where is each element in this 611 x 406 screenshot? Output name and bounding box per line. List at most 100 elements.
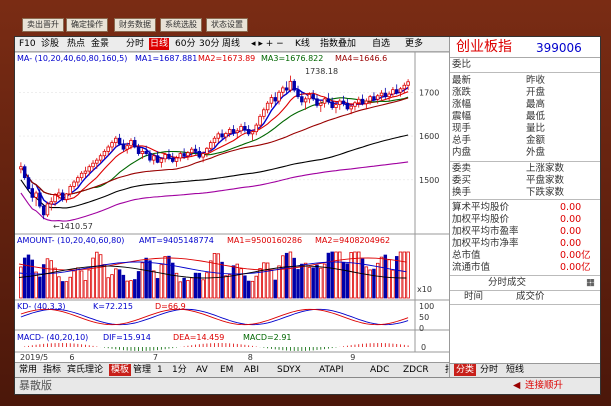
candle-body xyxy=(296,89,300,98)
candle-body xyxy=(182,153,186,157)
kd-tick-label: 100 xyxy=(419,302,434,311)
volume-bar xyxy=(284,252,289,299)
bottom-tab[interactable]: ADC xyxy=(370,364,389,376)
grid-icon[interactable]: ▦ xyxy=(586,277,595,289)
candle-body xyxy=(76,177,80,183)
candle-body xyxy=(334,104,338,108)
top-button-1[interactable]: 卖出晋升 xyxy=(22,18,64,32)
diagnose-button[interactable]: 诊股 xyxy=(41,38,59,50)
arrow-left-icon[interactable]: ◂ ▸ + − xyxy=(251,38,284,50)
quote-label-left: 总手 xyxy=(452,135,472,146)
bottom-tab[interactable]: 常用 xyxy=(19,364,37,376)
volume-bar xyxy=(208,260,213,299)
bottom-tab[interactable]: ATAPI xyxy=(319,364,344,376)
volume-bar xyxy=(258,268,262,299)
volume-bar xyxy=(231,265,236,299)
bottom-tab[interactable]: 1分 xyxy=(172,364,187,376)
volume-bar xyxy=(45,258,50,299)
self-select-button[interactable]: 自选 xyxy=(372,38,390,50)
bottom-tab[interactable]: EM xyxy=(220,364,233,376)
price-tick-label: 1500 xyxy=(419,176,439,185)
volume-bar xyxy=(281,255,285,299)
top-button-4[interactable]: 系统选股 xyxy=(160,18,202,32)
bottom-tab[interactable]: AV xyxy=(196,364,208,376)
x-axis-label: 8 xyxy=(248,353,253,362)
volume-bar xyxy=(193,272,198,299)
candle-body xyxy=(125,145,129,150)
candle-body xyxy=(98,155,103,161)
bottom-tab[interactable]: 1 xyxy=(157,364,163,376)
volume-bar xyxy=(307,266,312,299)
volume-bar xyxy=(76,267,80,299)
candle-body xyxy=(273,97,277,102)
money-button[interactable]: 金景 xyxy=(91,38,109,50)
tab-60min[interactable]: 60分 xyxy=(175,38,195,50)
right-tab[interactable]: 短线 xyxy=(506,364,524,376)
high-label: 1738.18 xyxy=(305,67,338,76)
bottom-indicator-tabs: 常用指标宾氏理论模板管理11分AVEMABISDYXATAPIADCZDCR指标… xyxy=(15,362,481,377)
candle-body xyxy=(300,96,304,103)
right-tab[interactable]: 分类 xyxy=(454,364,477,376)
tab-30min[interactable]: 30分 xyxy=(199,38,219,50)
bottom-tab[interactable]: SDYX xyxy=(277,364,301,376)
divider xyxy=(450,275,600,276)
volume-bar xyxy=(98,254,103,299)
volume-bar xyxy=(38,276,42,299)
top-button-2[interactable]: 确定操作 xyxy=(66,18,108,32)
kline-button[interactable]: K线 xyxy=(295,38,310,50)
volume-bar xyxy=(376,262,380,299)
bottom-tab[interactable]: 指标 xyxy=(43,364,61,376)
connect-status[interactable]: 连接顺升 xyxy=(525,380,563,392)
volume-bar xyxy=(224,275,228,299)
volume-bar xyxy=(167,255,171,299)
volume-bar xyxy=(189,277,194,299)
quote2-label-right: 平盘家数 xyxy=(526,175,565,186)
bottom-tab[interactable]: 宾氏理论 xyxy=(67,364,103,376)
f10-button[interactable]: F10 xyxy=(19,38,36,50)
index-overlay-button[interactable]: 指数叠加 xyxy=(320,38,356,50)
volume-bar xyxy=(121,274,126,299)
volume-bar xyxy=(246,280,251,299)
candle-body xyxy=(140,150,145,154)
candle-body xyxy=(114,137,118,144)
tab-daily[interactable]: 日线 xyxy=(149,38,170,50)
bottom-tab[interactable]: ABI xyxy=(244,364,259,376)
volume-bar xyxy=(205,272,209,299)
more-button[interactable]: 更多 xyxy=(405,38,423,50)
tab-minute[interactable]: 分时 xyxy=(126,38,144,50)
volume-bar xyxy=(110,274,114,299)
volume-bar xyxy=(319,267,323,299)
price-col-header: 成交价 xyxy=(516,291,545,302)
bottom-tab[interactable]: ZDCR xyxy=(403,364,429,376)
quote-label-right: 外盘 xyxy=(526,147,546,158)
candle-body xyxy=(110,142,114,148)
candle-body xyxy=(292,80,296,91)
top-button-3[interactable]: 财务数据 xyxy=(114,18,156,32)
bottom-tab[interactable]: 模板 xyxy=(109,364,132,376)
volume-bar xyxy=(292,257,296,299)
volume-bar xyxy=(288,251,293,299)
candle-body xyxy=(68,186,72,195)
amt-label: AMT=9405148774 xyxy=(139,236,214,245)
kd-k-label: K=72.215 xyxy=(93,302,133,311)
quote-label-left: 涨幅 xyxy=(452,99,472,110)
candle-body xyxy=(307,94,312,100)
candle-body xyxy=(394,89,399,93)
quote2-label-left: 换手 xyxy=(452,187,472,198)
divider xyxy=(450,199,600,200)
top-button-5[interactable]: 状态设置 xyxy=(206,18,248,32)
candle-body xyxy=(212,137,217,144)
avg-value: 0.00亿 xyxy=(560,250,591,261)
tab-weekly[interactable]: 周线 xyxy=(222,38,240,50)
candle-body xyxy=(30,188,35,198)
candle-body xyxy=(372,96,376,100)
candle-body xyxy=(349,105,353,110)
candle-body xyxy=(227,129,232,134)
hot-button[interactable]: 热点 xyxy=(67,38,85,50)
volume-bar xyxy=(129,280,133,299)
candle-body xyxy=(402,84,407,90)
chart-area[interactable]: MA- (10,20,40,60,80,160,5) MA1=1687.881 MA… xyxy=(15,52,449,362)
right-tab[interactable]: 分时 xyxy=(480,364,498,376)
bottom-tab[interactable]: 管理 xyxy=(133,364,151,376)
candle-body xyxy=(338,100,342,105)
